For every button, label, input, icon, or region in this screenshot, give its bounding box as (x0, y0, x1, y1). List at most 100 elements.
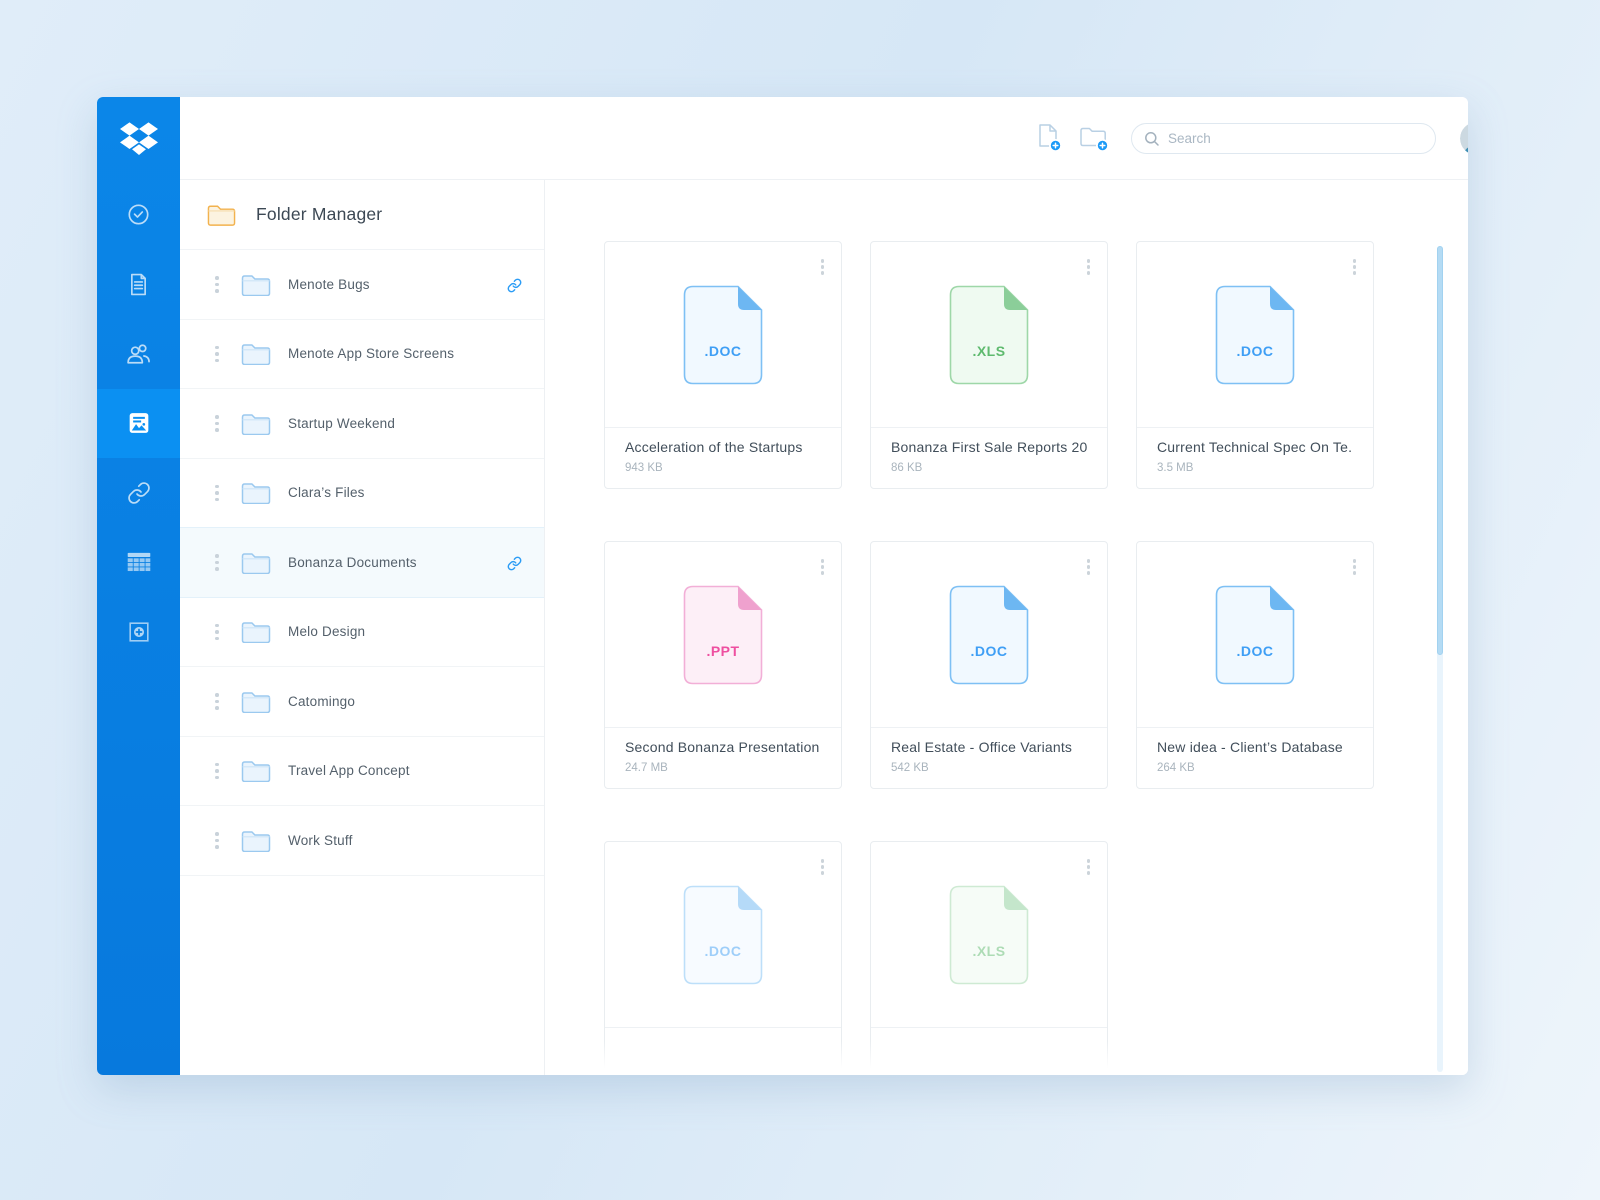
scrollbar-thumb[interactable] (1437, 246, 1443, 655)
more-options-icon[interactable] (818, 556, 828, 578)
folder-name: Catomingo (288, 694, 355, 709)
shared-link-icon[interactable] (507, 278, 522, 293)
file-card[interactable]: .DOC Current Technical Spec On Te...3.5 M… (1136, 241, 1374, 489)
folder-icon (241, 690, 271, 713)
drag-handle-icon[interactable] (215, 485, 219, 502)
folder-name: Melo Design (288, 624, 365, 639)
search-box (1131, 123, 1436, 154)
folder-manager-icon (207, 203, 236, 226)
sidebar-item-grid[interactable] (97, 528, 180, 598)
folder-row[interactable]: Work Stuff (180, 806, 544, 876)
drag-handle-icon[interactable] (215, 624, 219, 641)
folder-name: Clara’s Files (288, 485, 365, 500)
file-preview: .DOC (1137, 242, 1373, 428)
more-options-icon[interactable] (1084, 256, 1094, 278)
folder-name: Work Stuff (288, 833, 353, 848)
file-type-icon: .XLS (949, 885, 1029, 985)
folder-panel: Folder Manager Menote BugsMenote App Sto… (180, 180, 545, 1075)
main-content: .DOC Acceleration of the Startups 943 KB .X… (545, 180, 1468, 1075)
svg-text:.XLS: .XLS (972, 343, 1005, 359)
drag-handle-icon[interactable] (215, 693, 219, 710)
file-meta: Bonanza First Sale Reports 201786 KB (871, 428, 1107, 474)
media-files-icon (127, 411, 151, 435)
file-meta (871, 1028, 1107, 1039)
svg-text:.XLS: .XLS (972, 943, 1005, 959)
sidebar-item-documents[interactable] (97, 250, 180, 320)
svg-text:.DOC: .DOC (971, 643, 1008, 659)
folder-list: Menote BugsMenote App Store ScreensStart… (180, 250, 544, 876)
folder-icon (241, 481, 271, 504)
file-type-icon: .DOC (1215, 585, 1295, 685)
folder-name: Bonanza Documents (288, 555, 417, 570)
folder-row[interactable]: Bonanza Documents (180, 528, 544, 598)
sidebar-item-recent[interactable] (97, 180, 180, 250)
more-options-icon[interactable] (1350, 556, 1360, 578)
file-card[interactable]: .PPTSecond Bonanza Presentation24.7 MB (604, 541, 842, 789)
more-options-icon[interactable] (818, 256, 828, 278)
file-size: 86 KB (891, 462, 1087, 474)
svg-text:.DOC: .DOC (705, 943, 742, 959)
new-folder-button[interactable] (1078, 123, 1110, 158)
file-card[interactable]: .DOC Acceleration of the Startups 943 KB (604, 241, 842, 489)
new-file-icon (1035, 123, 1063, 153)
file-preview: .DOC (605, 842, 841, 1028)
grid-table-icon (127, 552, 151, 572)
more-options-icon[interactable] (1350, 256, 1360, 278)
folder-row[interactable]: Startup Weekend (180, 389, 544, 459)
file-size: 3.5 MB (1157, 462, 1353, 474)
folder-icon (241, 829, 271, 852)
folder-row[interactable]: Menote Bugs (180, 250, 544, 320)
shared-link-icon[interactable] (507, 556, 522, 571)
file-card[interactable]: .XLS (870, 841, 1108, 1075)
file-name: Acceleration of the Startups (625, 439, 821, 455)
file-preview: .PPT (605, 542, 841, 728)
drag-handle-icon[interactable] (215, 554, 219, 571)
drag-handle-icon[interactable] (215, 415, 219, 432)
file-preview: .DOC (605, 242, 841, 428)
drag-handle-icon[interactable] (215, 346, 219, 363)
sidebar-item-shared-links[interactable] (97, 458, 180, 528)
file-card[interactable]: .DOC New idea - Client’s Database264 KB (1136, 541, 1374, 789)
search-input[interactable] (1168, 131, 1423, 146)
file-meta: Acceleration of the Startups 943 KB (605, 428, 841, 474)
file-size: 943 KB (625, 462, 821, 474)
svg-text:.PPT: .PPT (706, 643, 739, 659)
sidebar-item-media-files[interactable] (97, 389, 180, 459)
folder-icon (241, 551, 271, 574)
folder-icon (241, 342, 271, 365)
more-options-icon[interactable] (1084, 556, 1094, 578)
more-options-icon[interactable] (818, 856, 828, 878)
folder-row[interactable]: Menote App Store Screens (180, 320, 544, 390)
file-meta: Current Technical Spec On Te...3.5 MB (1137, 428, 1373, 474)
file-name: Real Estate - Office Variants (891, 739, 1087, 755)
sidebar-item-contacts[interactable] (97, 319, 180, 389)
file-name: New idea - Client’s Database (1157, 739, 1353, 755)
drag-handle-icon[interactable] (215, 763, 219, 780)
folder-row[interactable]: Clara’s Files (180, 459, 544, 529)
svg-text:.DOC: .DOC (705, 343, 742, 359)
svg-text:.DOC: .DOC (1237, 643, 1274, 659)
folder-row[interactable]: Catomingo (180, 667, 544, 737)
drag-handle-icon[interactable] (215, 276, 219, 293)
folder-row[interactable]: Melo Design (180, 598, 544, 668)
file-card[interactable]: .DOC (604, 841, 842, 1075)
file-preview: .XLS (871, 242, 1107, 428)
sidebar (97, 97, 180, 1075)
dropbox-logo[interactable] (97, 97, 180, 180)
file-card[interactable]: .DOCReal Estate - Office Variants542 KB (870, 541, 1108, 789)
folder-icon (241, 620, 271, 643)
drag-handle-icon[interactable] (215, 832, 219, 849)
sidebar-item-add-apps[interactable] (97, 597, 180, 667)
file-grid: .DOC Acceleration of the Startups 943 KB .X… (604, 241, 1374, 1075)
app-window: Folder Manager Menote BugsMenote App Sto… (97, 97, 1468, 1075)
recent-clock-icon (127, 203, 150, 226)
new-file-button[interactable] (1035, 123, 1063, 158)
folder-row[interactable]: Travel App Concept (180, 737, 544, 807)
avatar[interactable] (1460, 122, 1468, 155)
file-card[interactable]: .XLS Bonanza First Sale Reports 201786 KB (870, 241, 1108, 489)
file-type-icon: .DOC (1215, 285, 1295, 385)
more-options-icon[interactable] (1084, 856, 1094, 878)
file-type-icon: .DOC (683, 885, 763, 985)
shared-links-icon (127, 481, 151, 505)
file-meta: New idea - Client’s Database264 KB (1137, 728, 1373, 774)
